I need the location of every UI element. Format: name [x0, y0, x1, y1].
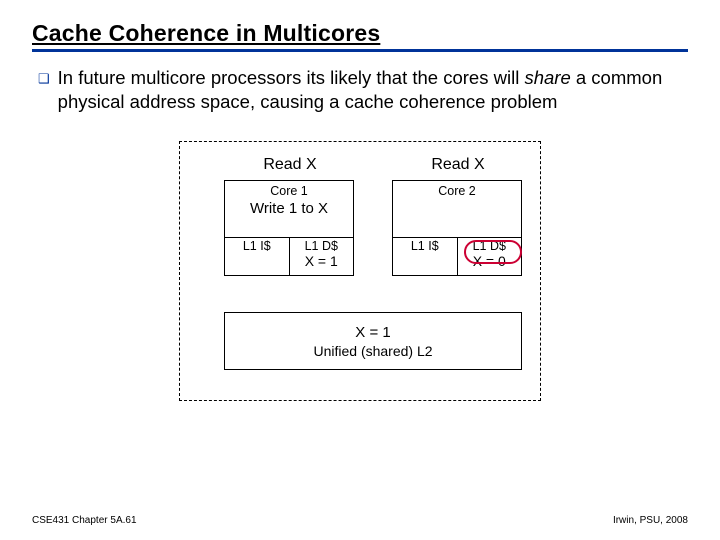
core2-box: Core 2 L1 I$ L1 D$ X = 0 — [392, 180, 522, 276]
bullet-text: In future multicore processors its likel… — [58, 66, 682, 113]
slide-title: Cache Coherence in Multicores — [32, 20, 688, 47]
slide: Cache Coherence in Multicores ❑ In futur… — [0, 0, 720, 540]
read-x-core2: Read X — [398, 156, 518, 174]
footer-right: Irwin, PSU, 2008 — [613, 515, 688, 526]
core1-l1i-label: L1 I$ — [243, 239, 271, 253]
core2-l1d-label: L1 D$ — [473, 239, 506, 253]
l2-value: X = 1 — [355, 324, 390, 341]
core2-l1d: L1 D$ X = 0 — [458, 238, 522, 275]
diagram: Read X Read X Core 1 Write 1 to X L1 I$ … — [179, 141, 541, 401]
core1-l1d-label: L1 D$ — [305, 239, 338, 253]
l2-label: Unified (shared) L2 — [313, 343, 432, 359]
footer-left: CSE431 Chapter 5A.61 — [32, 515, 137, 526]
bullet-text-pre: In future multicore processors its likel… — [58, 67, 525, 88]
core2-label: Core 2 — [393, 181, 521, 198]
title-rule: Cache Coherence in Multicores — [32, 20, 688, 52]
core2-l1i: L1 I$ — [393, 238, 458, 275]
bullet-marker-icon: ❑ — [38, 66, 50, 90]
core1-label: Core 1 — [225, 181, 353, 198]
core1-box: Core 1 Write 1 to X L1 I$ L1 D$ X = 1 — [224, 180, 354, 276]
bullet-item: ❑ In future multicore processors its lik… — [38, 66, 682, 113]
core1-l1d: L1 D$ X = 1 — [290, 238, 354, 275]
l2-box: X = 1 Unified (shared) L2 — [224, 312, 522, 370]
bullet-text-em: share — [524, 67, 570, 88]
core1-l1i: L1 I$ — [225, 238, 290, 275]
core1-action: Write 1 to X — [225, 200, 353, 217]
body: ❑ In future multicore processors its lik… — [32, 62, 688, 401]
core1-l1d-value: X = 1 — [305, 253, 338, 269]
core2-l1-row: L1 I$ L1 D$ X = 0 — [393, 237, 521, 275]
core1-l1-row: L1 I$ L1 D$ X = 1 — [225, 237, 353, 275]
read-x-core1: Read X — [230, 156, 350, 174]
core2-l1i-label: L1 I$ — [411, 239, 439, 253]
core2-l1d-value: X = 0 — [473, 253, 506, 269]
